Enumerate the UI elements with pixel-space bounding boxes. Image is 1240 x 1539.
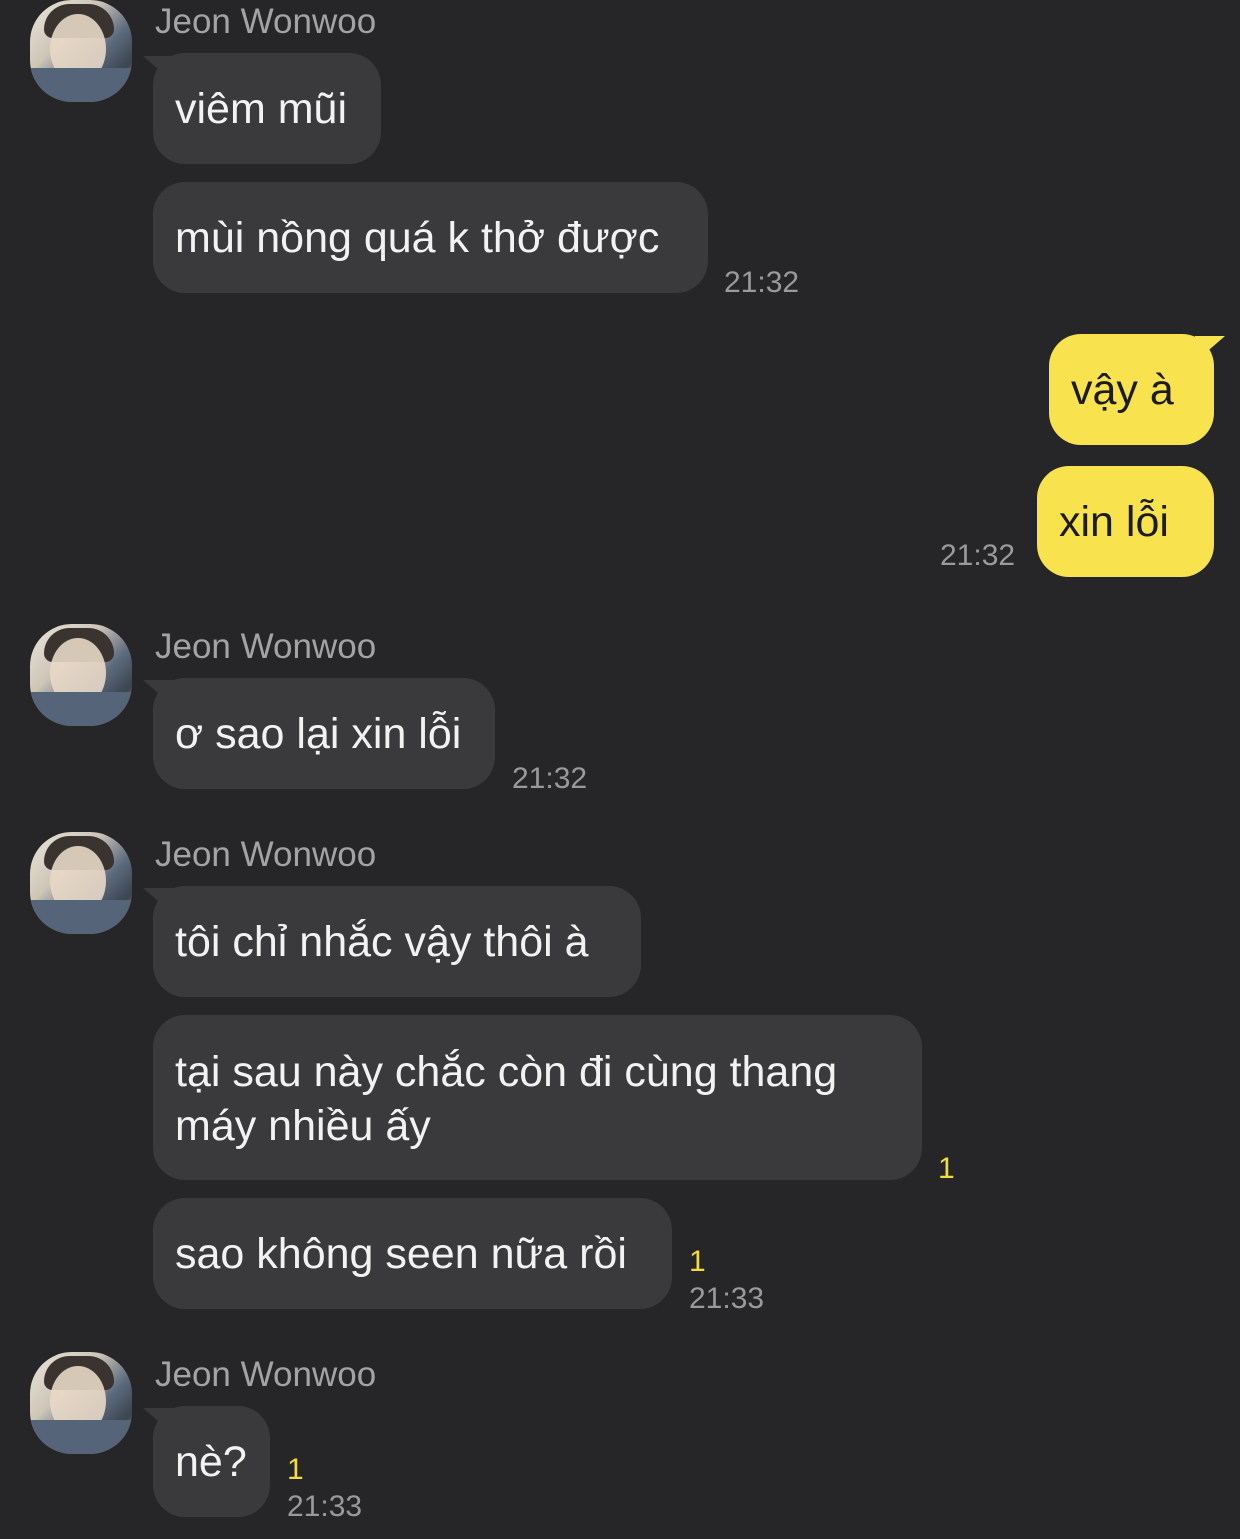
outgoing-message-bubble[interactable]: vậy à xyxy=(1049,334,1214,445)
incoming-message-bubble[interactable]: nè? xyxy=(153,1406,270,1517)
outgoing-message-bubble[interactable]: xin lỗi xyxy=(1037,466,1214,577)
avatar-shirt xyxy=(30,68,132,102)
incoming-message-bubble[interactable]: viêm mũi xyxy=(153,53,381,164)
avatar-shirt xyxy=(30,692,132,726)
sender-name: Jeon Wonwoo xyxy=(155,1355,377,1394)
message-timestamp: 21:32 xyxy=(724,266,800,299)
incoming-message-bubble[interactable]: sao không seen nữa rồi xyxy=(153,1198,672,1309)
message-timestamp: 21:33 xyxy=(287,1490,363,1523)
avatar-shirt xyxy=(30,900,132,934)
incoming-message-bubble[interactable]: mùi nồng quá k thở được xyxy=(153,182,708,293)
unread-count: 1 xyxy=(689,1245,706,1278)
sender-name: Jeon Wonwoo xyxy=(155,2,377,41)
message-timestamp: 21:33 xyxy=(689,1282,765,1315)
unread-count: 1 xyxy=(938,1152,955,1185)
incoming-message-bubble[interactable]: tôi chỉ nhắc vậy thôi à xyxy=(153,886,641,997)
contact-avatar[interactable] xyxy=(30,624,132,726)
incoming-message-bubble[interactable]: ơ sao lại xin lỗi xyxy=(153,678,495,789)
incoming-message-bubble[interactable]: tại sau này chắc còn đi cùng thang máy n… xyxy=(153,1015,922,1180)
contact-avatar[interactable] xyxy=(30,1352,132,1454)
avatar-shirt xyxy=(30,1420,132,1454)
sender-name: Jeon Wonwoo xyxy=(155,835,377,874)
contact-avatar[interactable] xyxy=(30,0,132,102)
sender-name: Jeon Wonwoo xyxy=(155,627,377,666)
message-timestamp: 21:32 xyxy=(940,539,1016,572)
unread-count: 1 xyxy=(287,1453,304,1486)
message-timestamp: 21:32 xyxy=(512,762,588,795)
contact-avatar[interactable] xyxy=(30,832,132,934)
